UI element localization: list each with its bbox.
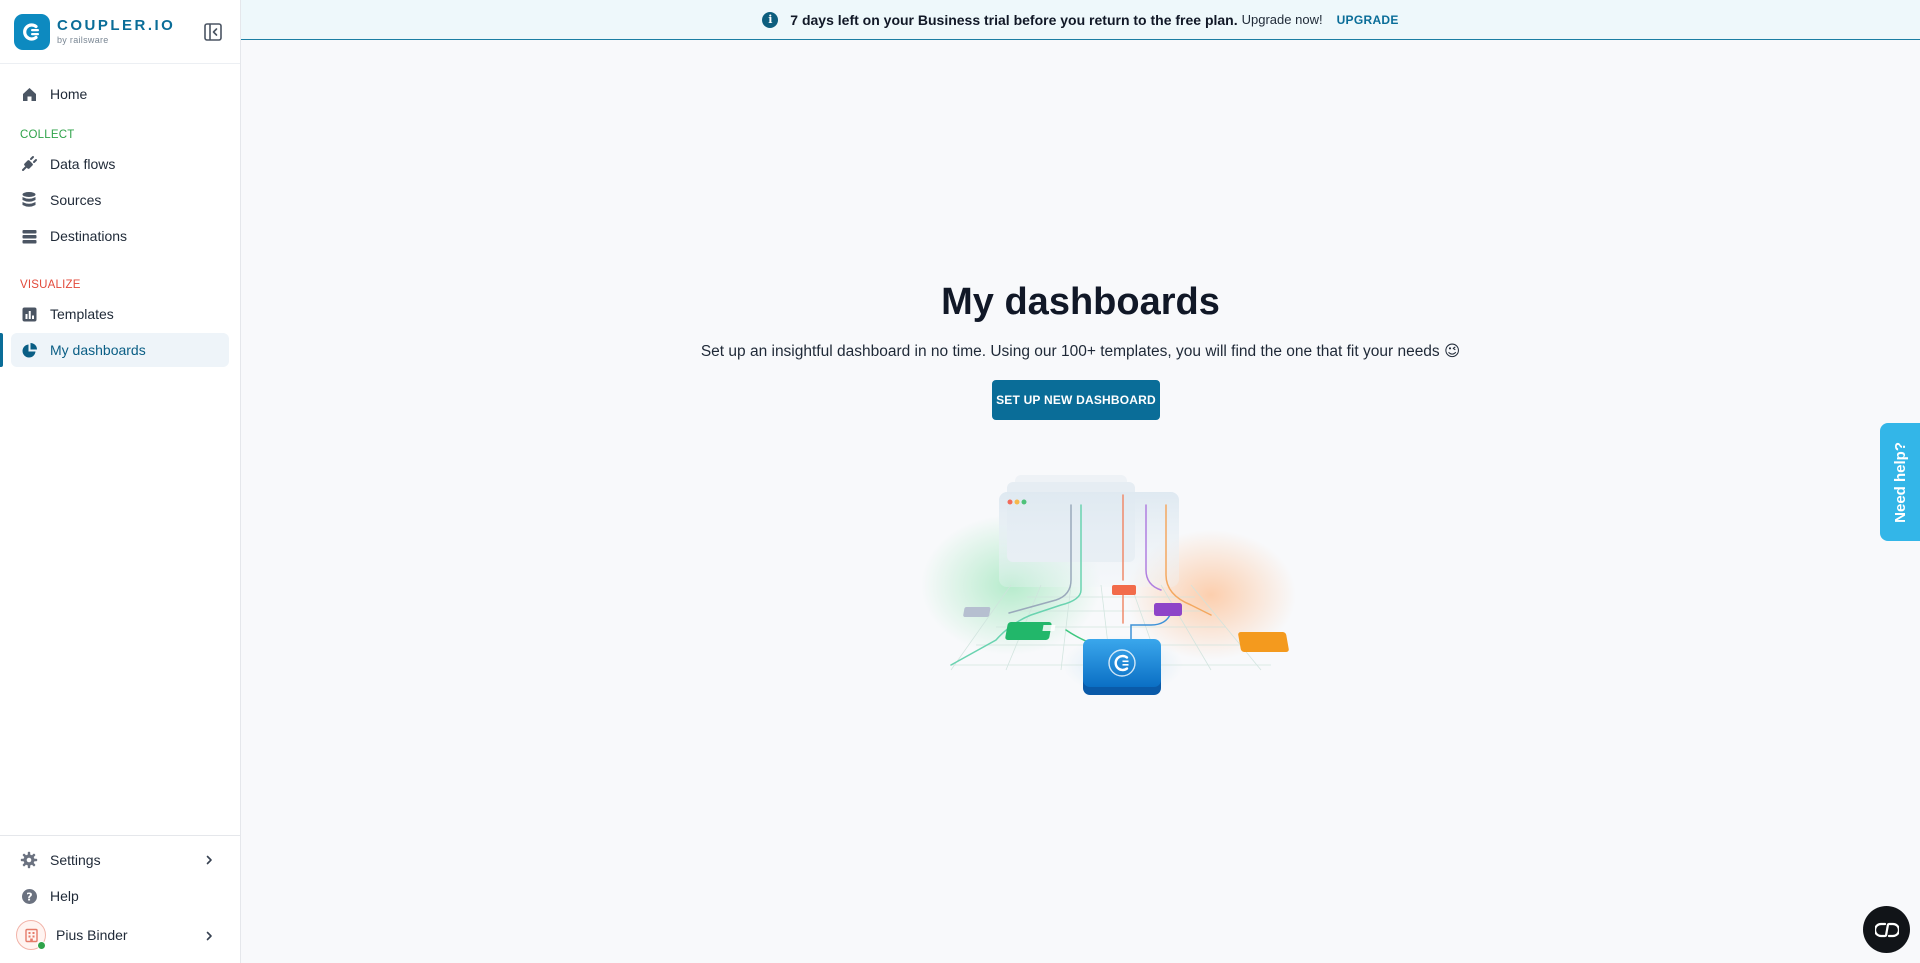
trial-banner: i 7 days left on your Business trial bef… — [241, 0, 1920, 40]
chevron-right-icon — [203, 929, 215, 941]
sidebar-item-templates[interactable]: Templates — [11, 297, 229, 331]
avatar — [16, 920, 46, 950]
server-stack-icon — [20, 227, 38, 245]
sidebar-item-destinations[interactable]: Destinations — [11, 219, 229, 253]
info-icon: i — [762, 11, 779, 28]
banner-upgrade-text: Upgrade now! — [1241, 12, 1323, 27]
sidebar-item-user[interactable]: Pius Binder — [11, 915, 229, 955]
sidebar-collapse-icon[interactable] — [203, 22, 223, 42]
setup-new-dashboard-button[interactable]: SET UP NEW DASHBOARD — [992, 380, 1160, 420]
sidebar-item-label: Home — [50, 86, 88, 102]
logo-text: COUPLER.IO by railsware — [57, 18, 175, 45]
pie-chart-icon — [20, 341, 38, 359]
sidebar-item-label: Settings — [50, 852, 101, 868]
sidebar-item-label: My dashboards — [50, 342, 146, 358]
section-visualize-label: VISUALIZE — [20, 279, 81, 291]
dashboard-illustration — [921, 475, 1296, 695]
sidebar-item-label: Help — [50, 888, 79, 904]
main-content: My dashboards Set up an insightful dashb… — [241, 40, 1920, 963]
plug-icon — [20, 155, 38, 173]
database-icon — [20, 191, 38, 209]
logo-row: COUPLER.IO by railsware — [0, 0, 240, 64]
brand-subtitle: by railsware — [57, 35, 109, 45]
sidebar-item-label: Templates — [50, 306, 114, 322]
bar-chart-icon — [20, 305, 38, 323]
brand-name: COUPLER.IO — [57, 17, 176, 34]
gear-icon — [20, 851, 38, 869]
sidebar-item-sources[interactable]: Sources — [11, 183, 229, 217]
user-name: Pius Binder — [56, 927, 128, 943]
sidebar-bottom: Settings ? Help Pius Binder — [0, 835, 240, 963]
main-nav: Home COLLECT Data flows Sources Destinat… — [0, 64, 240, 835]
sidebar-item-label: Sources — [50, 192, 102, 208]
section-collect-label: COLLECT — [20, 129, 75, 141]
sidebar-item-help[interactable]: ? Help — [11, 879, 229, 913]
svg-text:?: ? — [26, 890, 32, 903]
sidebar-item-label: Destinations — [50, 228, 128, 244]
chat-logo-icon — [1874, 922, 1899, 937]
need-help-label: Need help? — [1891, 441, 1909, 523]
sidebar-item-label: Data flows — [50, 156, 116, 172]
sidebar-item-my-dashboards[interactable]: My dashboards — [0, 333, 229, 367]
sidebar: COUPLER.IO by railsware Home COLLECT Dat… — [0, 0, 241, 963]
upgrade-link[interactable]: UPGRADE — [1337, 13, 1399, 27]
sidebar-item-settings[interactable]: Settings — [11, 843, 229, 877]
chevron-right-icon — [203, 853, 215, 865]
help-circle-icon: ? — [20, 887, 38, 905]
page-subtitle: Set up an insightful dashboard in no tim… — [700, 343, 1461, 360]
page-title: My dashboards — [941, 281, 1220, 323]
sidebar-item-home[interactable]: Home — [11, 77, 229, 111]
home-icon — [20, 85, 38, 103]
need-help-tab[interactable]: Need help? — [1880, 423, 1920, 541]
chat-widget-button[interactable] — [1863, 906, 1910, 953]
online-status-dot — [37, 941, 46, 950]
coupler-logo-icon[interactable] — [14, 13, 50, 50]
banner-message: 7 days left on your Business trial befor… — [790, 11, 1238, 28]
sidebar-item-data-flows[interactable]: Data flows — [11, 147, 229, 181]
